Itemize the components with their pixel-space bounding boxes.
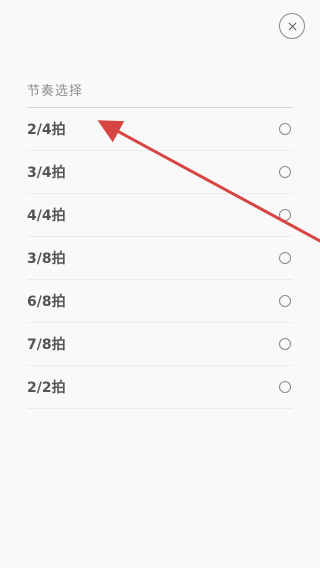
radio-button[interactable] [279, 252, 291, 264]
rhythm-option-2-4[interactable]: 2/4拍 [27, 108, 293, 151]
rhythm-option-6-8[interactable]: 6/8拍 [27, 280, 293, 323]
close-icon [288, 22, 296, 30]
close-button[interactable] [279, 13, 305, 39]
rhythm-option-label: 3/8拍 [27, 251, 66, 267]
rhythm-option-label: 3/4拍 [27, 165, 66, 181]
rhythm-option-label: 4/4拍 [27, 208, 66, 224]
rhythm-option-7-8[interactable]: 7/8拍 [27, 323, 293, 366]
radio-button[interactable] [279, 166, 291, 178]
rhythm-option-3-8[interactable]: 3/8拍 [27, 237, 293, 280]
rhythm-option-2-2[interactable]: 2/2拍 [27, 366, 293, 409]
rhythm-option-4-4[interactable]: 4/4拍 [27, 194, 293, 237]
rhythm-option-3-4[interactable]: 3/4拍 [27, 151, 293, 194]
rhythm-selection-screen: 节奏选择 2/4拍 3/4拍 4/4拍 3/8拍 6/8拍 7/8拍 2/2拍 [0, 0, 320, 568]
radio-button[interactable] [279, 381, 291, 393]
section-title: 节奏选择 [27, 84, 84, 99]
rhythm-option-label: 2/2拍 [27, 380, 66, 396]
radio-button[interactable] [279, 123, 291, 135]
radio-button[interactable] [279, 295, 291, 307]
rhythm-option-label: 6/8拍 [27, 294, 66, 310]
radio-button[interactable] [279, 338, 291, 350]
radio-button[interactable] [279, 209, 291, 221]
rhythm-option-label: 2/4拍 [27, 122, 66, 138]
rhythm-option-label: 7/8拍 [27, 337, 66, 353]
rhythm-options-list: 2/4拍 3/4拍 4/4拍 3/8拍 6/8拍 7/8拍 2/2拍 [27, 108, 293, 409]
